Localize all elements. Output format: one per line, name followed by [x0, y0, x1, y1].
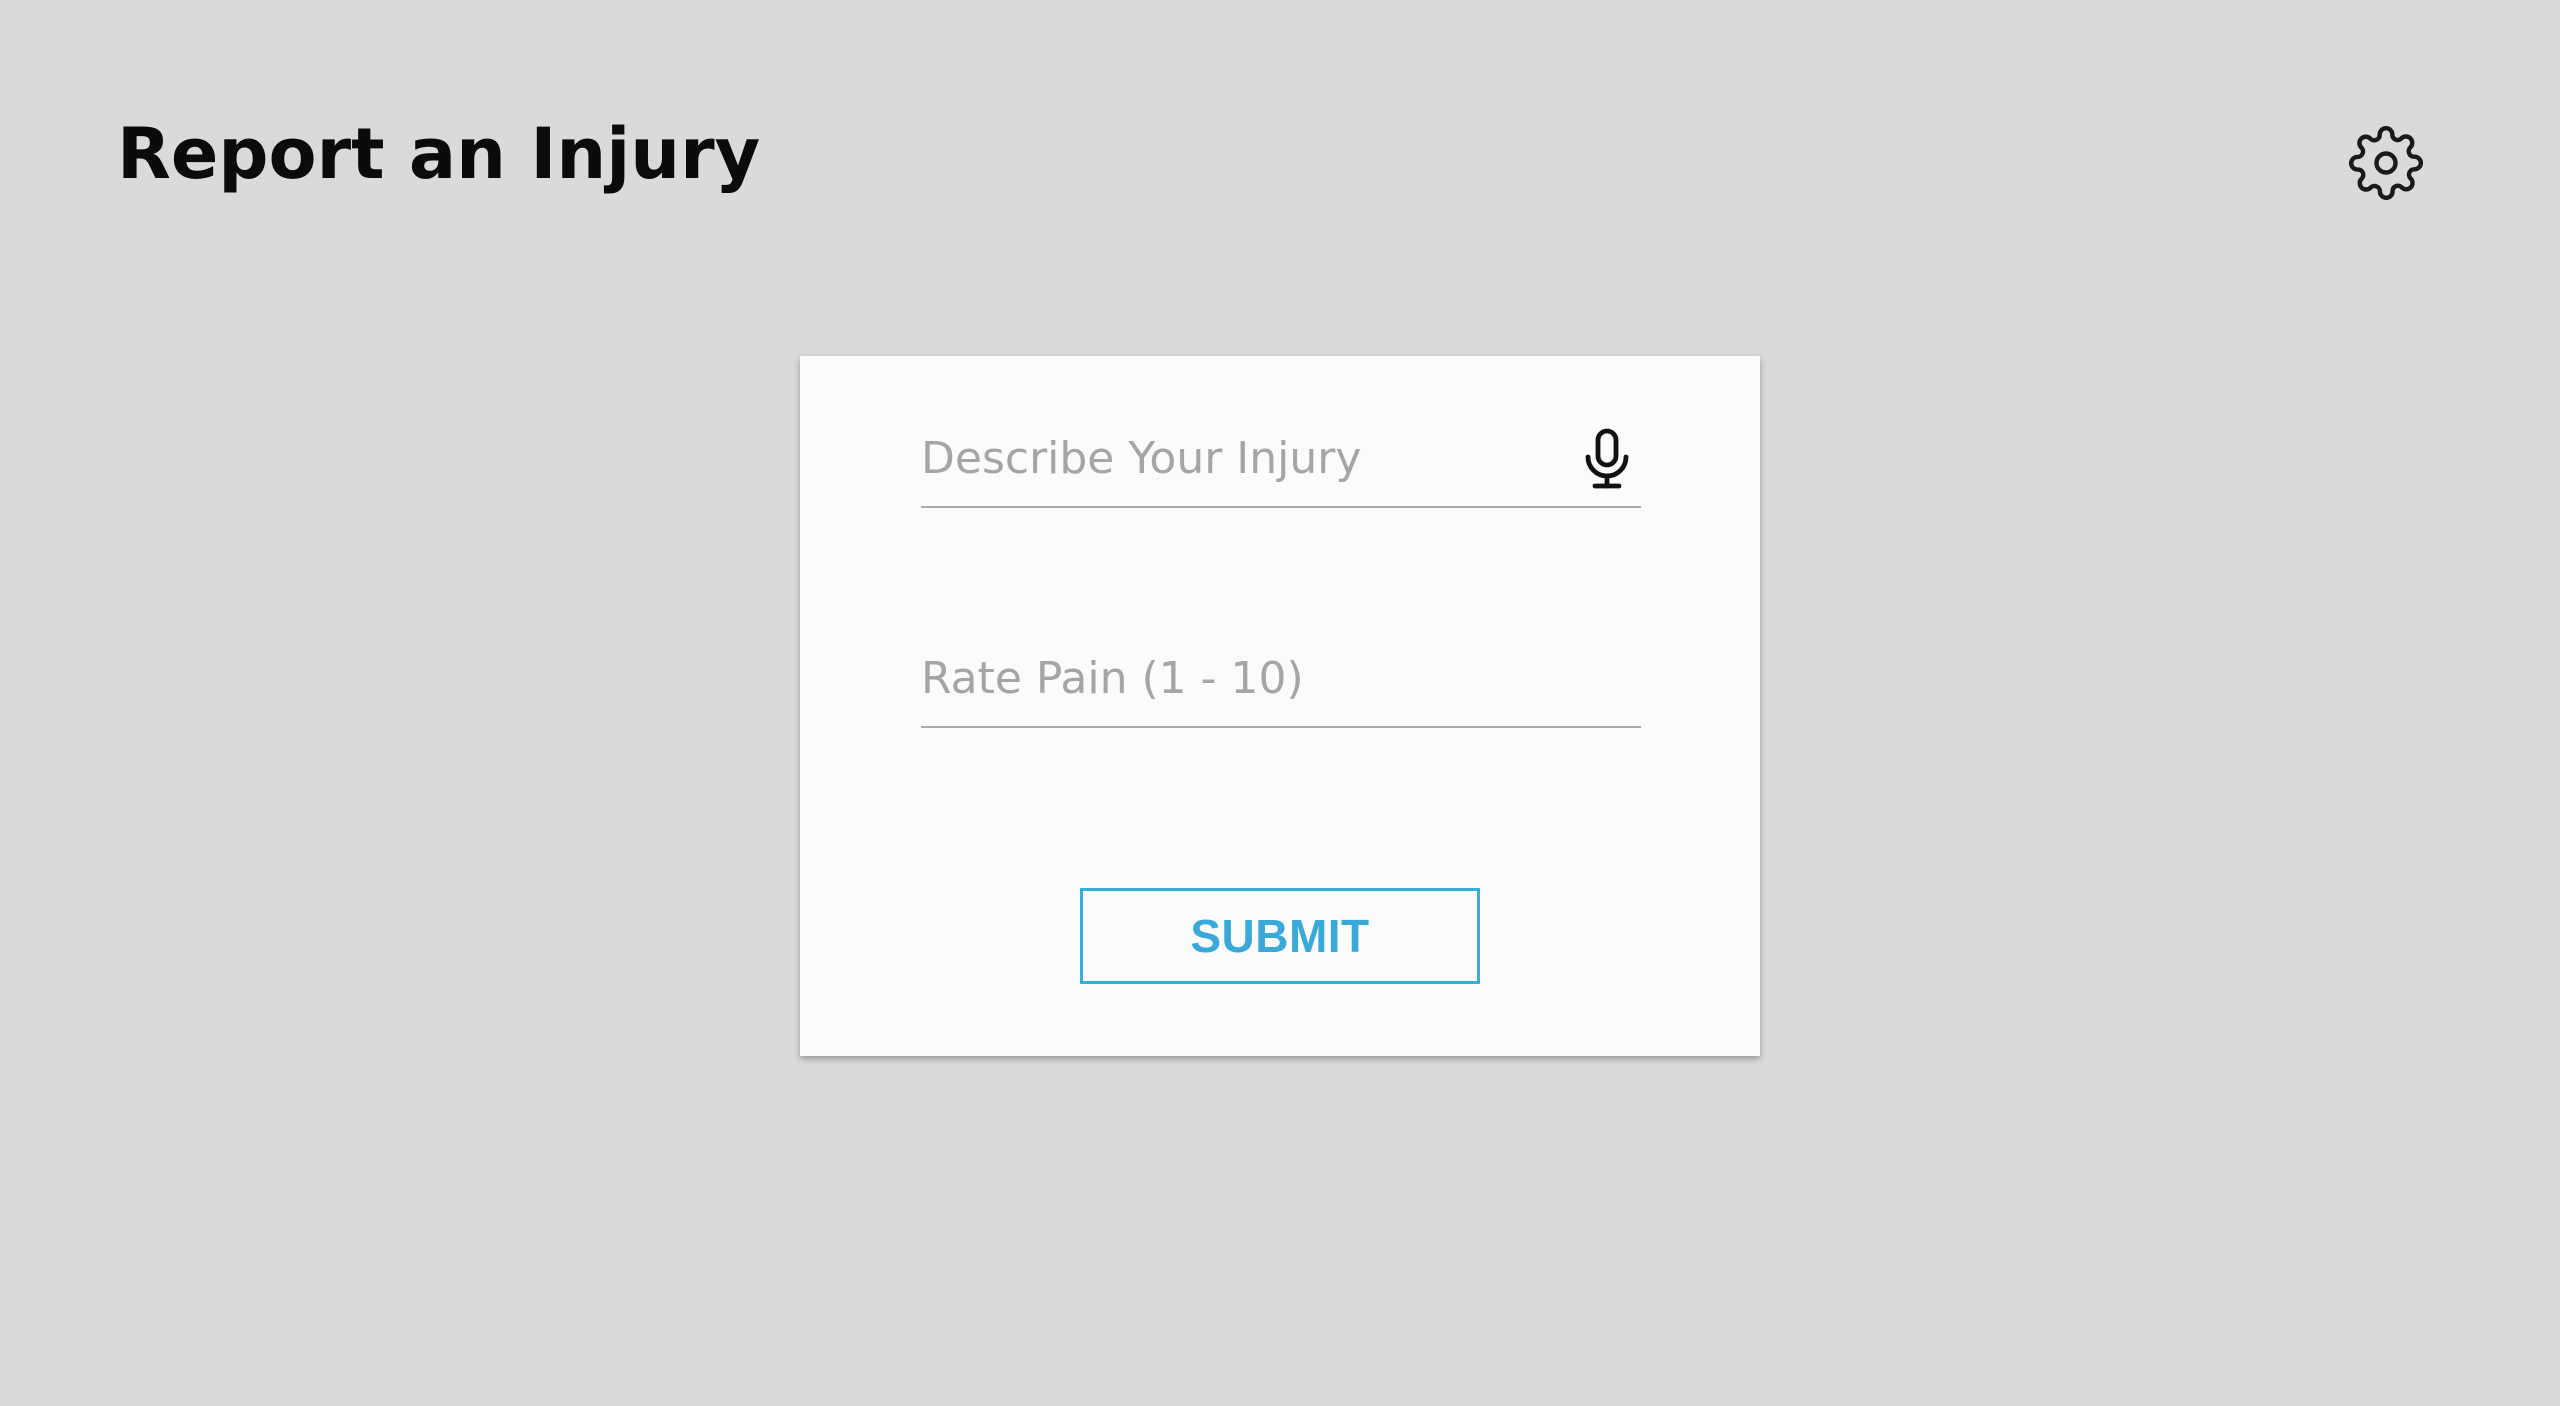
submit-button[interactable]: SUBMIT	[1080, 888, 1480, 984]
settings-button[interactable]	[2348, 125, 2424, 201]
pain-rating-input[interactable]	[921, 630, 1561, 726]
pain-rating-field	[921, 630, 1641, 728]
page-title: Report an Injury	[117, 113, 761, 195]
injury-form-card: SUBMIT	[800, 356, 1760, 1056]
microphone-icon	[1581, 428, 1633, 490]
report-injury-screen: Report an Injury Describe Your Injury Ra…	[0, 0, 2560, 1406]
describe-injury-field	[921, 410, 1641, 508]
describe-injury-input[interactable]	[921, 410, 1561, 506]
voice-input-button[interactable]	[1581, 428, 1633, 490]
gear-icon	[2348, 125, 2424, 201]
